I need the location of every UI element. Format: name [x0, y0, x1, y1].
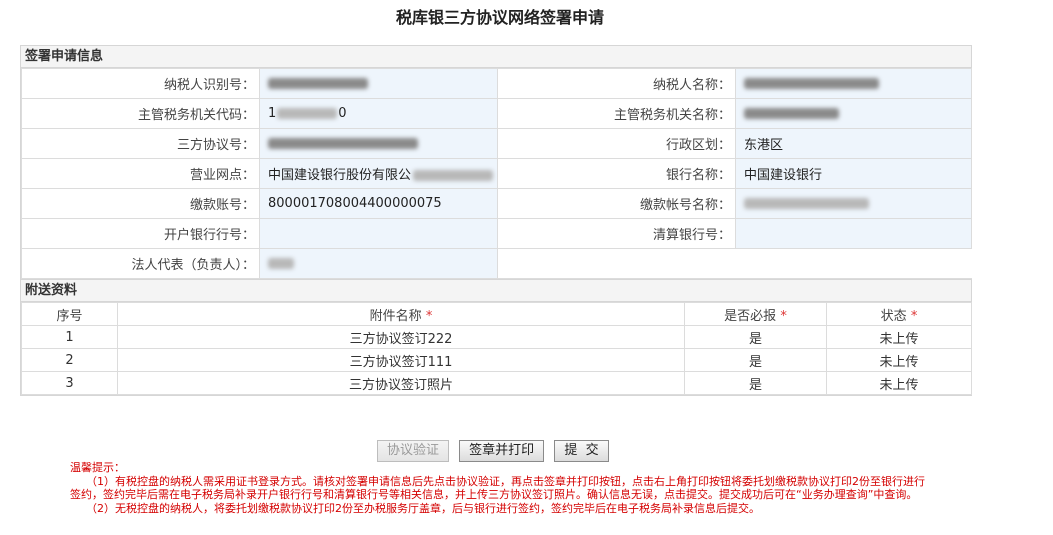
clearing-bank-no-label: 清算银行号： [497, 218, 736, 249]
tax-authority-name-label: 主管税务机关名称： [497, 98, 736, 129]
redacted-authority-name [744, 108, 839, 119]
redacted-taxpayer-name [744, 78, 879, 89]
taxpayer-id-label: 纳税人识别号： [21, 68, 260, 99]
tips-line-2: （2）无税控盘的纳税人，将委托划缴税款协议打印2份至办税服务厅盖章，后与银行进行… [86, 501, 760, 515]
required-cell: 是 [684, 371, 827, 395]
redacted-branch [413, 170, 494, 181]
seq-cell: 1 [21, 325, 118, 349]
taxpayer-name-label: 纳税人名称： [497, 68, 736, 99]
form-row: 纳税人识别号： 纳税人名称： [21, 68, 972, 99]
tax-authority-name-value [735, 98, 972, 129]
submit-button[interactable]: 提 交 [554, 440, 609, 462]
tax-authority-code-label: 主管税务机关代码： [21, 98, 260, 129]
payment-account-value: 800001708004400000075 [259, 188, 498, 219]
branch-value: 中国建设银行股份有限公 [259, 158, 498, 189]
form-row: 法人代表（负责人）： [21, 248, 972, 279]
empty-cell [497, 248, 972, 279]
branch-label: 营业网点： [21, 158, 260, 189]
form-row: 三方协议号： 行政区划： 东港区 [21, 128, 972, 159]
required-cell: 是 [684, 325, 827, 349]
status-header: 状态 * [826, 302, 972, 326]
required-cell: 是 [684, 348, 827, 372]
redacted-account-name [744, 198, 869, 209]
redacted-taxpayer-id [268, 78, 368, 89]
form-row: 主管税务机关代码： 10 主管税务机关名称： [21, 98, 972, 129]
sign-application-panel: 签署申请信息 纳税人识别号： 纳税人名称： 主管税务机关代码： 10 主管税务机… [20, 45, 972, 396]
region-value: 东港区 [735, 128, 972, 159]
redacted-agreement-no [268, 138, 418, 149]
attachments-table: 序号 附件名称 * 是否必报 * 状态 * 1 三方协议签订222 是 未上传 … [21, 302, 972, 395]
attachment-name-cell: 三方协议签订111 [117, 348, 685, 372]
opening-bank-no-label: 开户银行行号： [21, 218, 260, 249]
name-header: 附件名称 * [117, 302, 685, 326]
form-row: 缴款账号： 800001708004400000075 缴款帐号名称： [21, 188, 972, 219]
tax-authority-code-value: 10 [259, 98, 498, 129]
action-buttons: 协议验证 签章并打印 提 交 [377, 440, 615, 462]
form-row: 营业网点： 中国建设银行股份有限公 银行名称： 中国建设银行 [21, 158, 972, 189]
table-row: 2 三方协议签订111 是 未上传 [21, 348, 972, 372]
status-cell[interactable]: 未上传 [826, 325, 972, 349]
region-label: 行政区划： [497, 128, 736, 159]
attachment-name-cell: 三方协议签订照片 [117, 371, 685, 395]
table-row: 1 三方协议签订222 是 未上传 [21, 325, 972, 349]
legal-rep-label: 法人代表（负责人）： [21, 248, 260, 279]
attachments-header-row: 序号 附件名称 * 是否必报 * 状态 * [21, 302, 972, 326]
redacted-code [277, 108, 338, 119]
bank-name-label: 银行名称： [497, 158, 736, 189]
tips-title: 温馨提示： [70, 461, 125, 474]
payment-account-label: 缴款账号： [21, 188, 260, 219]
status-cell[interactable]: 未上传 [826, 371, 972, 395]
taxpayer-name-value [735, 68, 972, 99]
tips-box: 温馨提示： （1）有税控盘的纳税人需采用证书登录方式。请核对签署申请信息后先点击… [70, 461, 930, 515]
agreement-no-label: 三方协议号： [21, 128, 260, 159]
seq-header: 序号 [21, 302, 118, 326]
sign-info-section-title: 签署申请信息 [21, 46, 971, 68]
required-header: 是否必报 * [684, 302, 827, 326]
taxpayer-id-value [259, 68, 498, 99]
legal-rep-value [259, 248, 498, 279]
agreement-no-value [259, 128, 498, 159]
opening-bank-no-value [259, 218, 498, 249]
attachment-name-cell: 三方协议签订222 [117, 325, 685, 349]
payment-account-name-value [735, 188, 972, 219]
sign-and-print-button[interactable]: 签章并打印 [459, 440, 545, 462]
seq-cell: 2 [21, 348, 118, 372]
verify-agreement-button[interactable]: 协议验证 [377, 440, 450, 462]
sign-info-form: 纳税人识别号： 纳税人名称： 主管税务机关代码： 10 主管税务机关名称： 三方… [21, 68, 972, 279]
clearing-bank-no-value [735, 218, 972, 249]
status-cell[interactable]: 未上传 [826, 348, 972, 372]
tips-line-1: （1）有税控盘的纳税人需采用证书登录方式。请核对签署申请信息后先点击协议验证，再… [70, 474, 925, 502]
table-row: 3 三方协议签订照片 是 未上传 [21, 371, 972, 395]
payment-account-name-label: 缴款帐号名称： [497, 188, 736, 219]
seq-cell: 3 [21, 371, 118, 395]
bank-name-value: 中国建设银行 [735, 158, 972, 189]
redacted-legal-rep [268, 258, 294, 269]
page-title: 税库银三方协议网络签署申请 [395, 8, 604, 27]
attachments-section-title: 附送资料 [21, 279, 971, 302]
form-row: 开户银行行号： 清算银行号： [21, 218, 972, 249]
